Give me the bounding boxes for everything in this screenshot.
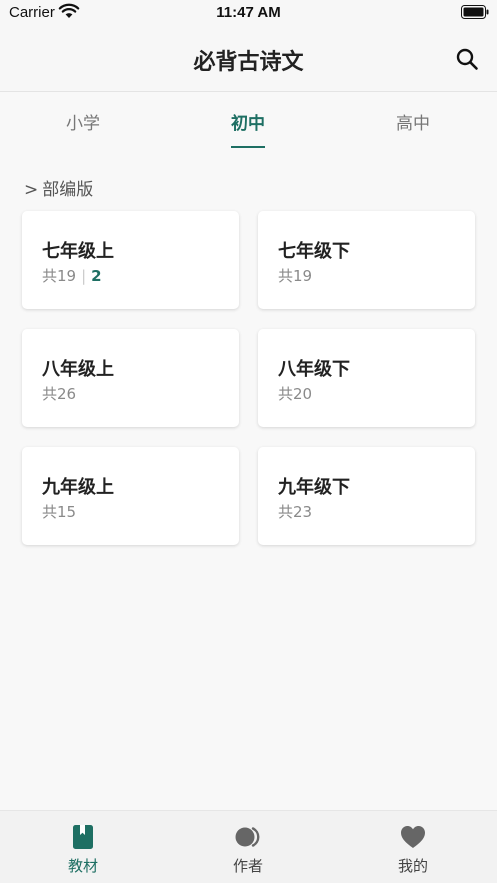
clock: 11:47 AM bbox=[216, 4, 281, 21]
card-title: 七年级上 bbox=[42, 241, 114, 262]
status-bar: Carrier 11:47 AM bbox=[0, 0, 497, 26]
divider: | bbox=[81, 267, 87, 285]
grade-card-7b[interactable]: 七年级下 共19 bbox=[258, 211, 475, 309]
grade-card-7a[interactable]: 七年级上 共19 | 2 bbox=[22, 211, 239, 309]
chevron-right-icon: > bbox=[24, 180, 39, 200]
tabbar-label: 教材 bbox=[67, 857, 98, 875]
progress-count: 2 bbox=[91, 267, 102, 285]
card-title: 八年级下 bbox=[278, 359, 350, 380]
poem-count: 共23 bbox=[278, 503, 313, 521]
tabbar-label: 作者 bbox=[232, 857, 263, 875]
section-title: 部编版 bbox=[42, 180, 94, 200]
tabbar-mine[interactable]: 我的 bbox=[353, 811, 473, 883]
page-title: 必背古诗文 bbox=[193, 50, 304, 75]
heart-icon bbox=[401, 826, 425, 848]
card-title: 九年级上 bbox=[42, 477, 114, 498]
person-icon bbox=[235, 827, 260, 847]
tabbar-label: 我的 bbox=[397, 857, 428, 875]
tab-label: 高中 bbox=[396, 114, 430, 134]
poem-count: 共19 bbox=[278, 267, 313, 285]
tabbar-textbook[interactable]: 教材 bbox=[23, 811, 143, 883]
card-title: 九年级下 bbox=[278, 477, 350, 498]
section-heading: > 部编版 bbox=[24, 175, 97, 200]
card-subtitle: 共26 bbox=[42, 383, 76, 404]
poem-count: 共20 bbox=[278, 385, 313, 403]
card-title: 八年级上 bbox=[42, 359, 114, 380]
card-title: 七年级下 bbox=[278, 241, 350, 262]
grade-card-9b[interactable]: 九年级下 共23 bbox=[258, 447, 475, 545]
card-subtitle: 共20 bbox=[278, 383, 312, 404]
tabbar-author[interactable]: 作者 bbox=[188, 811, 308, 883]
poem-count: 共19 bbox=[42, 267, 77, 285]
poem-count: 共15 bbox=[42, 503, 77, 521]
search-button[interactable] bbox=[452, 44, 482, 74]
bottom-tab-bar: 教材 作者 我的 bbox=[0, 810, 497, 883]
battery-icon bbox=[461, 5, 489, 19]
grade-card-9a[interactable]: 九年级上 共15 bbox=[22, 447, 239, 545]
tab-senior-high[interactable]: 高中 bbox=[353, 93, 473, 151]
card-subtitle: 共15 bbox=[42, 501, 76, 522]
card-subtitle: 共23 bbox=[278, 501, 312, 522]
app-screen: Carrier 11:47 AM 必背古诗文 小学 初中 高中 > 部编版 七年… bbox=[0, 0, 497, 883]
poem-count: 共26 bbox=[42, 385, 77, 403]
card-subtitle: 共19 bbox=[278, 265, 312, 286]
tab-junior-high[interactable]: 初中 bbox=[188, 93, 308, 151]
grade-card-8a[interactable]: 八年级上 共26 bbox=[22, 329, 239, 427]
level-tabs: 小学 初中 高中 bbox=[0, 93, 497, 151]
tab-label: 初中 bbox=[231, 114, 265, 134]
grade-card-8b[interactable]: 八年级下 共20 bbox=[258, 329, 475, 427]
card-subtitle: 共19 | 2 bbox=[42, 265, 102, 286]
book-icon bbox=[73, 825, 93, 849]
tab-primary[interactable]: 小学 bbox=[23, 93, 143, 151]
navigation-bar: 必背古诗文 bbox=[0, 26, 497, 92]
search-icon bbox=[456, 48, 478, 70]
tab-active-indicator bbox=[231, 146, 265, 148]
tab-label: 小学 bbox=[66, 114, 100, 134]
